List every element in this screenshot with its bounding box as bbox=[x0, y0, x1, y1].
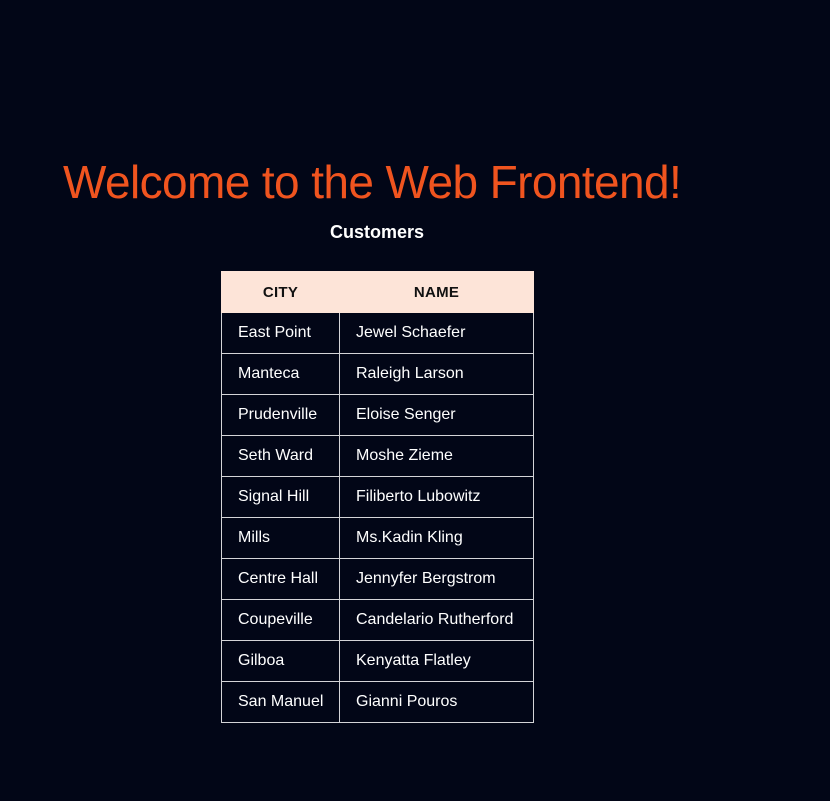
name-cell: Moshe Zieme bbox=[339, 435, 534, 477]
city-cell: Gilboa bbox=[221, 640, 340, 682]
customers-table: CITY NAME East Point Jewel Schaefer Mant… bbox=[221, 271, 534, 723]
table-row: Coupeville Candelario Rutherford bbox=[221, 599, 534, 641]
name-cell: Jewel Schaefer bbox=[339, 312, 534, 354]
section-title: Customers bbox=[329, 222, 425, 242]
name-cell: Kenyatta Flatley bbox=[339, 640, 534, 682]
city-cell: Signal Hill bbox=[221, 476, 340, 518]
city-cell: Manteca bbox=[221, 353, 340, 395]
name-cell: Filiberto Lubowitz bbox=[339, 476, 534, 518]
table-row: Signal Hill Filiberto Lubowitz bbox=[221, 476, 534, 518]
table-row: Prudenville Eloise Senger bbox=[221, 394, 534, 436]
name-cell: Jennyfer Bergstrom bbox=[339, 558, 534, 600]
table-row: East Point Jewel Schaefer bbox=[221, 312, 534, 354]
table-row: Seth Ward Moshe Zieme bbox=[221, 435, 534, 477]
column-header-name: NAME bbox=[339, 271, 534, 313]
column-header-city: CITY bbox=[221, 271, 340, 313]
city-cell: East Point bbox=[221, 312, 340, 354]
table-header-row: CITY NAME bbox=[221, 271, 534, 313]
name-cell: Gianni Pouros bbox=[339, 681, 534, 723]
city-cell: Centre Hall bbox=[221, 558, 340, 600]
city-cell: San Manuel bbox=[221, 681, 340, 723]
city-cell: Coupeville bbox=[221, 599, 340, 641]
name-cell: Raleigh Larson bbox=[339, 353, 534, 395]
city-cell: Prudenville bbox=[221, 394, 340, 436]
table-row: Manteca Raleigh Larson bbox=[221, 353, 534, 395]
table-row: Centre Hall Jennyfer Bergstrom bbox=[221, 558, 534, 600]
city-cell: Mills bbox=[221, 517, 340, 559]
table-row: San Manuel Gianni Pouros bbox=[221, 681, 534, 723]
table-row: Mills Ms.Kadin Kling bbox=[221, 517, 534, 559]
page-title: Welcome to the Web Frontend! bbox=[63, 156, 682, 208]
name-cell: Ms.Kadin Kling bbox=[339, 517, 534, 559]
name-cell: Candelario Rutherford bbox=[339, 599, 534, 641]
name-cell: Eloise Senger bbox=[339, 394, 534, 436]
city-cell: Seth Ward bbox=[221, 435, 340, 477]
table-row: Gilboa Kenyatta Flatley bbox=[221, 640, 534, 682]
